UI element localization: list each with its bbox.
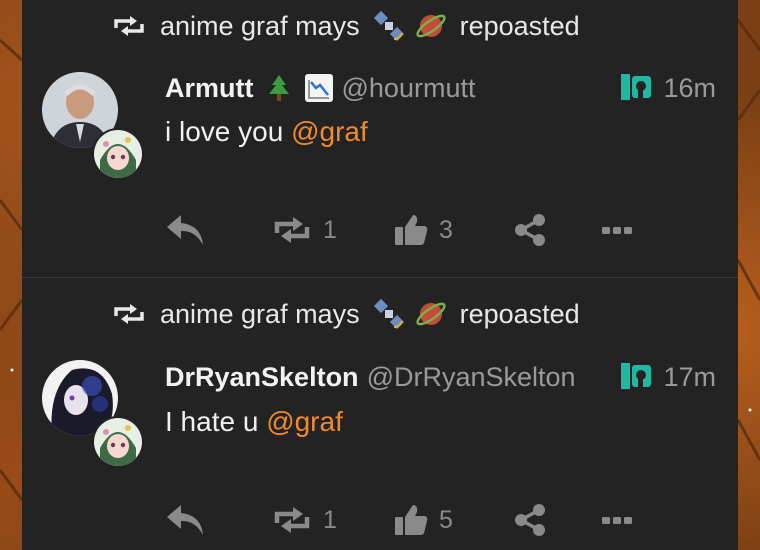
timestamp[interactable]: 17m: [663, 362, 716, 393]
repost-author-avatar[interactable]: [92, 128, 144, 180]
share-icon: [515, 504, 545, 536]
post-divider: [22, 277, 738, 278]
author-line: DrRyanSkelton @DrRyanSkelton: [165, 359, 576, 395]
post-meta: 16m: [619, 70, 716, 106]
visibility-icon: [621, 363, 652, 389]
repost-count: 1: [323, 505, 337, 534]
share-button[interactable]: [513, 500, 547, 540]
like-count: 3: [439, 215, 453, 244]
thumbs-up-icon: [395, 215, 428, 245]
reply-icon: [167, 215, 203, 245]
display-name[interactable]: DrRyanSkelton: [165, 362, 359, 393]
repost-icon: [274, 217, 310, 243]
like-count: 5: [439, 505, 453, 534]
repost-count: 1: [323, 215, 337, 244]
timeline: anime graf mays repoasted Armutt @hourmu…: [22, 0, 738, 550]
reply-icon: [167, 505, 203, 535]
repost-header: anime graf mays repoasted: [112, 296, 580, 332]
repost-icon: [114, 304, 144, 324]
repost-label: repoasted: [459, 298, 580, 329]
share-icon: [515, 214, 545, 246]
handle[interactable]: @hourmutt: [342, 73, 476, 104]
like-button[interactable]: 5: [393, 500, 453, 540]
repost-icon: [114, 16, 144, 36]
repost-author-avatar[interactable]: [92, 416, 144, 468]
author-line: Armutt @hourmutt: [165, 70, 475, 106]
repost-label: repoasted: [459, 10, 580, 41]
more-button[interactable]: [601, 210, 633, 250]
ringed-planet-emoji: [415, 302, 446, 326]
repost-icon: [274, 507, 310, 533]
post-meta: 17m: [619, 359, 716, 395]
repost-header: anime graf mays repoasted: [112, 8, 580, 44]
post-text: I hate u: [165, 406, 267, 437]
more-button[interactable]: [601, 500, 633, 540]
handle[interactable]: @DrRyanSkelton: [367, 362, 576, 393]
like-button[interactable]: 3: [393, 210, 453, 250]
satellite-emoji: [373, 10, 404, 42]
repost-button[interactable]: 1: [271, 500, 337, 540]
mention-link[interactable]: @graf: [291, 116, 368, 147]
action-bar: 1 5: [165, 500, 645, 540]
repost-button[interactable]: 1: [271, 210, 337, 250]
timestamp[interactable]: 16m: [663, 73, 716, 104]
share-button[interactable]: [513, 210, 547, 250]
thumbs-up-icon: [395, 505, 428, 535]
chart-decreasing-emoji: [304, 74, 333, 102]
reply-button[interactable]: [165, 210, 205, 250]
post-content: i love you @graf: [165, 116, 368, 148]
repost-author[interactable]: anime graf mays: [160, 299, 360, 330]
action-bar: 1 3: [165, 210, 645, 250]
reply-button[interactable]: [165, 500, 205, 540]
visibility-icon: [621, 74, 652, 100]
display-name[interactable]: Armutt: [165, 73, 254, 104]
post-content: I hate u @graf: [165, 406, 343, 438]
repost-author[interactable]: anime graf mays: [160, 11, 360, 42]
mention-link[interactable]: @graf: [266, 406, 343, 437]
post-text: i love you: [165, 116, 292, 147]
ringed-planet-emoji: [415, 14, 446, 38]
more-icon: [602, 517, 632, 524]
more-icon: [602, 227, 632, 234]
tree-emoji: [268, 75, 289, 101]
satellite-emoji: [373, 298, 404, 330]
